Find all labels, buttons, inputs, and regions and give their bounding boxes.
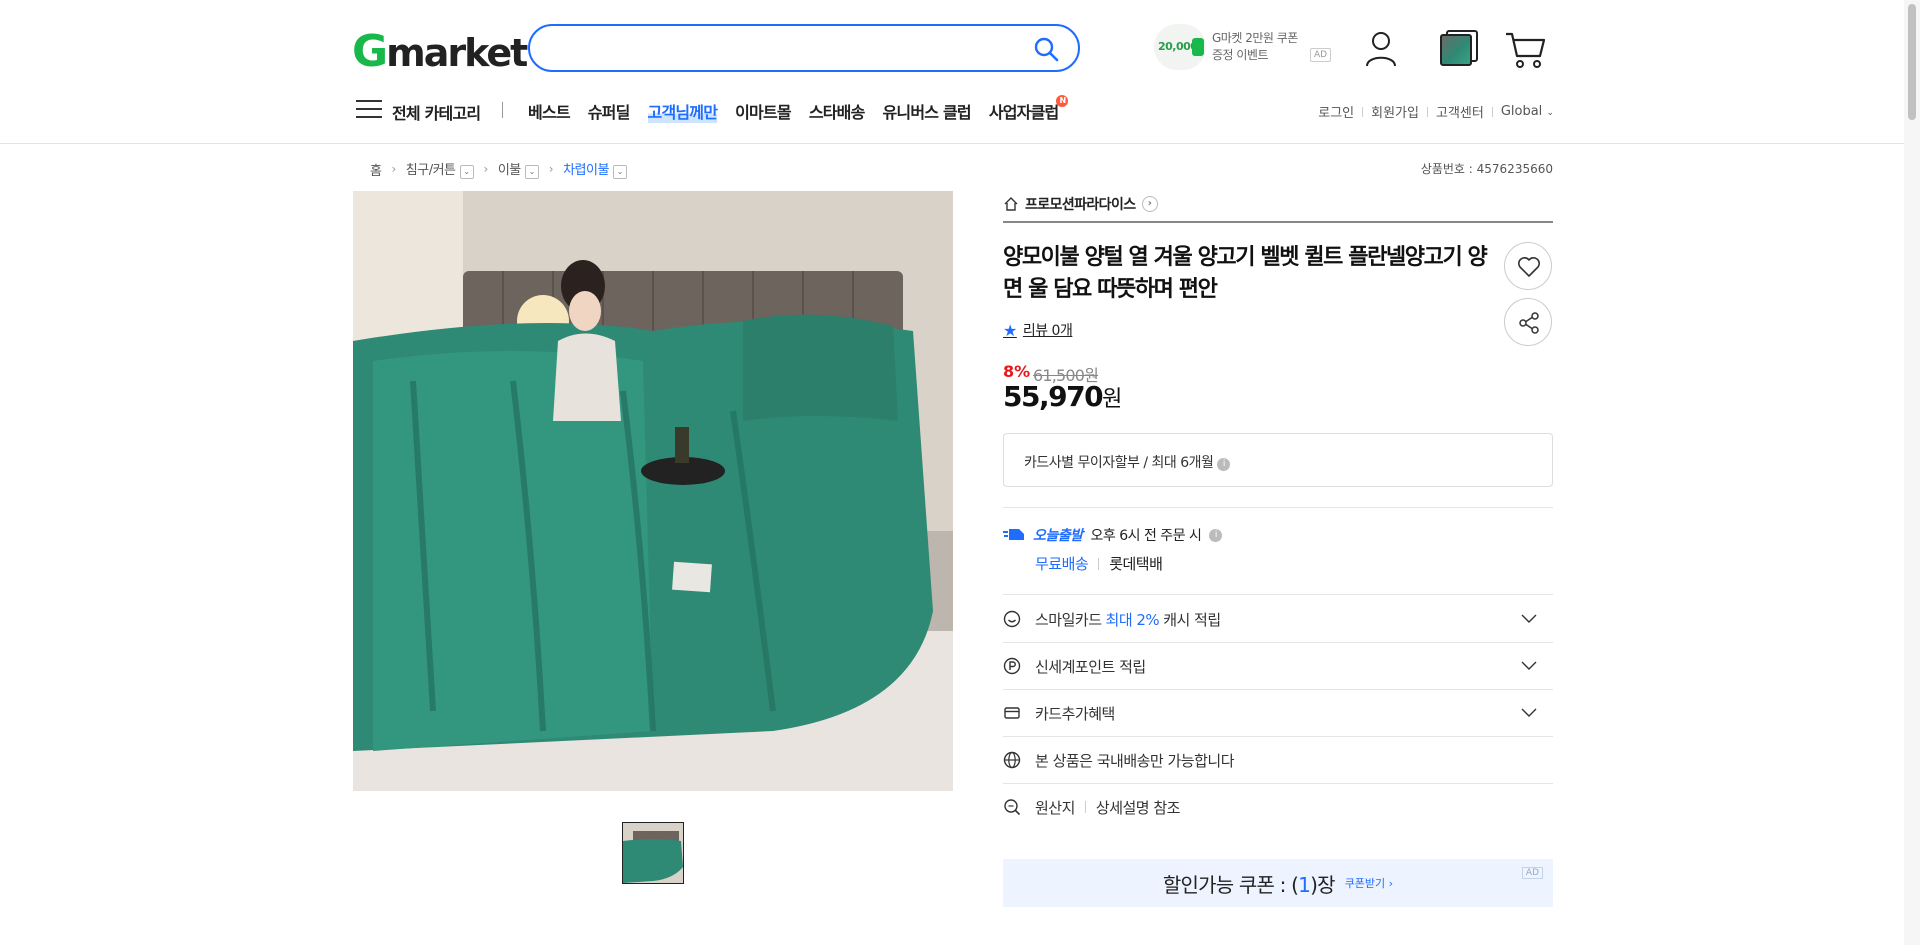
dropdown-icon[interactable]: ⌄ <box>459 165 474 179</box>
heart-icon <box>1518 257 1540 277</box>
customer-center-link[interactable]: 고객센터 <box>1436 102 1484 121</box>
discount-rate: 8% <box>1003 362 1031 381</box>
nav-divider <box>502 102 503 118</box>
info-icon[interactable]: i <box>1217 458 1231 471</box>
breadcrumb-level2[interactable]: 이불 ⌄ <box>498 159 539 179</box>
nav-business-club[interactable]: 사업자클럽 N <box>989 95 1069 123</box>
nav-star-delivery[interactable]: 스타배송 <box>809 99 865 123</box>
gmarket-logo[interactable]: Gmarket <box>352 26 528 77</box>
divider <box>1003 594 1553 595</box>
chevron-down-icon <box>1521 661 1537 670</box>
card-benefit-row[interactable]: 카드추가혜택 <box>1003 690 1553 736</box>
globe-icon <box>1003 751 1021 769</box>
ssg-point-row[interactable]: 신세계포인트 적립 <box>1003 643 1553 689</box>
product-main-image[interactable] <box>353 191 953 791</box>
home-icon <box>1004 197 1018 211</box>
hamburger-menu-icon[interactable] <box>356 100 382 120</box>
installment-info[interactable]: 카드사별 무이자할부 / 최대 6개월 i <box>1003 433 1553 487</box>
magnifier-icon <box>1004 799 1021 816</box>
chevron-down-icon <box>1521 614 1537 623</box>
share-button[interactable] <box>1504 298 1552 346</box>
ad-badge: AD <box>1310 48 1332 62</box>
product-title: 양모이불 양털 열 겨울 양고기 벨벳 퀼트 플란넬양고기 양면 울 담요 따뜻… <box>1003 245 1488 302</box>
wishlist-button[interactable] <box>1504 242 1552 290</box>
fast-delivery-icon <box>1003 529 1024 540</box>
review-link[interactable]: ★ 리뷰 0개 <box>1003 320 1073 340</box>
credit-card-icon <box>1004 707 1020 719</box>
breadcrumb-level1[interactable]: 침구/커튼 ⌄ <box>406 159 474 179</box>
coupon-banner[interactable]: 할인가능 쿠폰 : (1)장 쿠폰받기 › AD <box>1003 859 1553 907</box>
header-divider <box>0 143 1920 144</box>
chevron-right-icon: › <box>391 162 396 176</box>
nav-emart[interactable]: 이마트몰 <box>735 99 791 123</box>
star-icon: ★ <box>1003 320 1017 340</box>
search-box[interactable] <box>528 24 1080 72</box>
smilecard-benefit-row[interactable]: 스마일카드 최대 2% 캐시 적립 <box>1003 596 1553 642</box>
promo-coupon-icon[interactable]: 20,000 <box>1154 24 1206 70</box>
promo-banner-text[interactable]: G마켓 2만원 쿠폰 증정 이벤트 <box>1212 30 1298 64</box>
breadcrumb: 홈 › 침구/커튼 ⌄ › 이불 ⌄ › 차렵이불 ⌄ <box>370 159 627 179</box>
main-nav: 베스트 슈퍼딜 고객님께만 이마트몰 스타배송 유니버스 클럽 사업자클럽 N <box>528 95 1069 123</box>
nav-for-you[interactable]: 고객님께만 <box>647 99 718 123</box>
chevron-right-icon: › <box>548 162 554 176</box>
chevron-down-icon <box>1521 708 1537 717</box>
search-icon[interactable] <box>1032 35 1060 63</box>
seller-divider <box>1003 221 1553 223</box>
all-categories-button[interactable]: 전체 카테고리 <box>392 100 481 124</box>
item-number: 상품번호 : 4576235660 <box>1420 162 1553 176</box>
breadcrumb-home[interactable]: 홈 <box>370 160 382 179</box>
sale-price: 55,970원 <box>1003 380 1122 413</box>
new-badge: N <box>1056 95 1069 107</box>
cart-icon[interactable] <box>1504 28 1548 70</box>
get-coupon-link[interactable]: 쿠폰받기 › <box>1345 875 1393 891</box>
recent-viewed-icon[interactable] <box>1440 30 1478 66</box>
login-link[interactable]: 로그인 <box>1318 102 1354 121</box>
nav-universe-club[interactable]: 유니버스 클럽 <box>883 99 972 123</box>
point-icon <box>1003 657 1021 675</box>
utility-links: 로그인 회원가입 고객센터 Global ⌄ <box>1318 102 1554 121</box>
divider <box>1003 507 1553 508</box>
dropdown-icon[interactable]: ⌄ <box>524 165 539 179</box>
chevron-right-icon: › <box>1141 196 1158 212</box>
share-icon <box>1519 312 1539 334</box>
shipping-method: 무료배송 롯데택배 <box>1035 555 1163 573</box>
nav-best[interactable]: 베스트 <box>528 99 571 123</box>
today-shipping: 오늘출발 오후 6시 전 주문 시 i <box>1003 525 1223 545</box>
scrollbar[interactable] <box>1904 0 1920 945</box>
smile-icon <box>1003 610 1021 628</box>
global-dropdown[interactable]: Global ⌄ <box>1501 104 1554 119</box>
ad-badge: AD <box>1521 867 1543 879</box>
seller-link[interactable]: 프로모션파라다이스 › <box>1003 194 1158 214</box>
product-thumbnail[interactable] <box>622 822 684 884</box>
dropdown-icon[interactable]: ⌄ <box>612 165 627 179</box>
chevron-down-icon: ⌄ <box>1546 108 1554 118</box>
breadcrumb-level3[interactable]: 차렵이불 ⌄ <box>563 159 627 179</box>
signup-link[interactable]: 회원가입 <box>1371 102 1419 121</box>
search-input[interactable] <box>550 36 1010 60</box>
chevron-right-icon: › <box>483 162 489 176</box>
info-icon[interactable]: i <box>1209 528 1223 542</box>
origin-row: 원산지 상세설명 참조 <box>1003 784 1553 830</box>
nav-superdeal[interactable]: 슈퍼딜 <box>588 99 631 123</box>
scrollbar-thumb[interactable] <box>1908 4 1916 120</box>
user-icon[interactable] <box>1364 30 1398 68</box>
coupon-chip-icon <box>1192 38 1204 56</box>
domestic-shipping-row: 본 상품은 국내배송만 가능합니다 <box>1003 737 1553 783</box>
